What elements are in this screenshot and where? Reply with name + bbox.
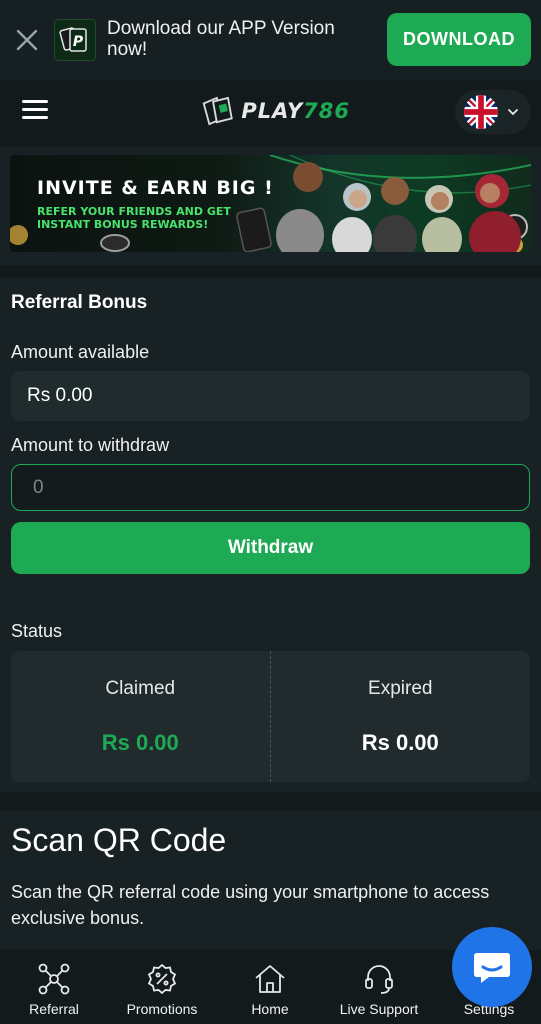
close-icon[interactable] <box>14 27 40 53</box>
chevron-down-icon <box>508 109 518 116</box>
promo-people-illustration <box>276 162 521 252</box>
app-logo-icon: P <box>54 19 96 61</box>
referral-bonus-title: Referral Bonus <box>11 292 148 313</box>
amount-available-value: Rs 0.00 <box>11 371 530 421</box>
language-selector[interactable] <box>455 90 531 134</box>
status-summary: Claimed Rs 0.00 Expired Rs 0.00 <box>11 651 530 782</box>
promo-subtitle: REFER YOUR FRIENDS AND GET INSTANT BONUS… <box>37 205 231 231</box>
expired-column: Expired Rs 0.00 <box>271 651 531 782</box>
promo-title: INVITE & EARN BIG ! <box>37 177 274 199</box>
qr-description: Scan the QR referral code using your sma… <box>11 882 490 928</box>
promotion-badge-icon <box>147 963 177 995</box>
svg-text:P: P <box>73 34 84 50</box>
amount-available-label: Amount available <box>11 342 150 362</box>
qr-title: Scan QR Code <box>11 822 227 858</box>
nav-referral-label: Referral <box>29 1001 79 1017</box>
brand-name: PLAY <box>241 99 304 123</box>
uk-flag-icon <box>464 95 498 129</box>
claimed-label: Claimed <box>105 678 176 699</box>
nav-live-support[interactable]: Live Support <box>334 962 424 1020</box>
nav-promotions-label: Promotions <box>126 1001 198 1017</box>
brand-logo[interactable]: PLAY786 <box>200 92 350 130</box>
chat-bubble-icon <box>474 953 510 983</box>
status-label: Status <box>11 621 63 641</box>
withdraw-button[interactable]: Withdraw <box>11 522 530 574</box>
amount-to-withdraw-label: Amount to withdraw <box>11 435 170 455</box>
brand-number: 786 <box>303 99 350 123</box>
nav-referral[interactable]: Referral <box>26 962 82 1020</box>
withdraw-amount-input[interactable] <box>11 464 530 511</box>
referral-network-icon <box>38 963 70 995</box>
claimed-column: Claimed Rs 0.00 <box>11 651 271 782</box>
hamburger-menu-icon[interactable] <box>22 100 48 122</box>
live-chat-button[interactable] <box>452 927 532 1007</box>
nav-home[interactable]: Home <box>243 962 297 1020</box>
expired-value: Rs 0.00 <box>361 730 439 755</box>
nav-live-support-label: Live Support <box>339 1001 419 1017</box>
nav-home-label: Home <box>251 1001 289 1017</box>
download-button[interactable]: DOWNLOAD <box>387 13 531 66</box>
headset-icon <box>365 965 393 994</box>
expired-label: Expired <box>368 678 433 699</box>
home-icon <box>255 965 285 993</box>
cards-logo-icon <box>202 96 233 126</box>
app-banner-text: Download our APP Version now! <box>107 18 335 60</box>
nav-promotions[interactable]: Promotions <box>122 962 202 1020</box>
claimed-value: Rs 0.00 <box>101 730 179 755</box>
